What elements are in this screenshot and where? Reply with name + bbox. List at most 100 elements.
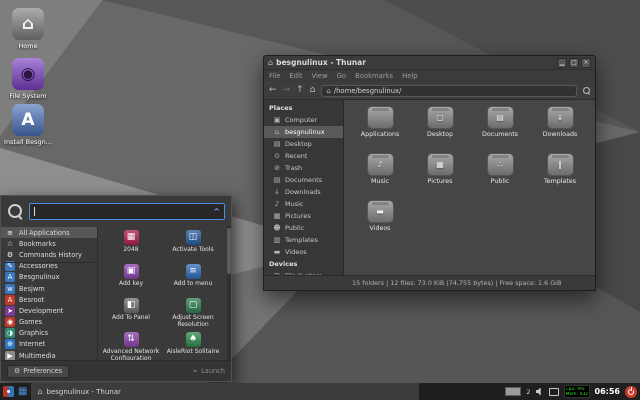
app-item[interactable]: ≡ Add to menu: [162, 264, 224, 298]
sidebar-place-item[interactable]: ▥ Templates: [264, 234, 343, 246]
path-bar[interactable]: ⌂ /home/besgnulinux/: [321, 85, 577, 97]
launch-label: Launch: [201, 367, 225, 375]
category-item[interactable]: A Besroot: [1, 294, 97, 305]
app-item[interactable]: ♠ AisleRiot Solitaire: [162, 332, 224, 360]
system-monitor[interactable]: Cpu: 9% Mem: 432: [564, 385, 590, 398]
folder-icon: ↓: [547, 106, 574, 129]
place-icon: ▤: [273, 140, 281, 148]
category-icon: A: [5, 295, 15, 305]
launch-icon: ➢: [192, 367, 198, 375]
category-label: Games: [19, 318, 42, 326]
places-list: ▣ Computer ⌂ besgnulinux ▤ Desktop: [264, 114, 343, 258]
thunar-window: ⌂ besgnulinux - Thunar ▁ □ × File Edit Vie…: [263, 55, 596, 291]
category-item[interactable]: ▶ Multimedia: [1, 350, 97, 360]
category-label: All Applications: [19, 229, 70, 237]
desktop-icon[interactable]: ⌂ Home: [2, 8, 54, 50]
app-item[interactable]: ▦ 2048: [100, 230, 162, 264]
folder-item[interactable]: ▦ Pictures: [410, 153, 470, 200]
folder-item[interactable]: ∴ Public: [470, 153, 530, 200]
sidebar-place-item[interactable]: ⊙ Recent: [264, 150, 343, 162]
category-item[interactable]: ◉ Games: [1, 317, 97, 328]
sidebar-place-item[interactable]: ▣ Computer: [264, 114, 343, 126]
desktop-icon-label: Home: [2, 42, 54, 50]
sidebar-place-item[interactable]: ▤ Desktop: [264, 138, 343, 150]
app-item[interactable]: ▢ Adjust Screen Resolution: [162, 298, 224, 332]
sidebar-place-item[interactable]: ⌂ besgnulinux: [264, 126, 343, 138]
mem-readout: Mem: 432: [566, 392, 589, 397]
folder-item[interactable]: Applications: [350, 106, 410, 153]
sidebar-place-item[interactable]: ↓ Downloads: [264, 186, 343, 198]
folder-item[interactable]: ‖ Templates: [530, 153, 590, 200]
category-item[interactable]: ☆ Bookmarks: [1, 238, 97, 249]
menubar-item[interactable]: Help: [402, 72, 418, 80]
taskbar-window-button[interactable]: ⌂ besgnulinux - Thunar: [31, 383, 419, 400]
app-item[interactable]: ◧ Add To Panel: [100, 298, 162, 332]
sidebar-place-item[interactable]: ▦ Pictures: [264, 210, 343, 222]
place-icon: ♪: [273, 200, 281, 208]
category-item[interactable]: ➤ Development: [1, 305, 97, 316]
sidebar-place-item[interactable]: ☻ Public: [264, 222, 343, 234]
up-button[interactable]: ↑: [296, 86, 304, 95]
menubar-item[interactable]: Bookmarks: [355, 72, 393, 80]
minimize-button[interactable]: ▁: [557, 58, 567, 68]
folder-emblem-icon: ▦: [436, 160, 444, 169]
folder-item[interactable]: ♪ Music: [350, 153, 410, 200]
display-icon[interactable]: [549, 388, 559, 396]
desktop-icon-label: Install Besgn...: [2, 138, 54, 146]
sidebar-place-item[interactable]: ⊘ Trash: [264, 162, 343, 174]
category-icon: ≡: [5, 228, 15, 238]
menubar-item[interactable]: Go: [337, 72, 346, 80]
sidebar-place-item[interactable]: ▬ Videos: [264, 246, 343, 258]
close-button[interactable]: ×: [581, 58, 591, 68]
folder-emblem-icon: ▢: [436, 113, 444, 122]
folder-item[interactable]: ▬ Videos: [350, 200, 410, 247]
category-item[interactable]: ⊕ Internet: [1, 339, 97, 350]
app-label: Add To Panel: [100, 314, 162, 321]
place-label: Downloads: [285, 188, 321, 196]
forward-button[interactable]: →: [283, 86, 291, 95]
titlebar[interactable]: ⌂ besgnulinux - Thunar ▁ □ ×: [264, 56, 595, 70]
app-item[interactable]: ◫ Activate Tools: [162, 230, 224, 264]
home-button[interactable]: ⌂: [310, 86, 316, 95]
volume-icon[interactable]: [536, 388, 544, 396]
clock[interactable]: 06:56: [595, 387, 620, 396]
desktop-icon[interactable]: A Install Besgn...: [2, 104, 54, 146]
chevron-up-icon[interactable]: ^: [213, 207, 220, 216]
place-icon: ☻: [273, 224, 281, 232]
category-item[interactable]: ⚙ Commands History: [1, 249, 97, 260]
scrollbar-thumb[interactable]: [227, 228, 231, 274]
place-icon: ⌂: [273, 128, 281, 136]
desktop-icon-label: File System: [2, 92, 54, 100]
app-finder-icon[interactable]: ▦: [18, 386, 27, 397]
menubar-item[interactable]: Edit: [289, 72, 302, 80]
folder-emblem-icon: ‖: [558, 160, 562, 169]
workspace-pager[interactable]: [505, 387, 521, 396]
category-item[interactable]: ≡ All Applications: [1, 227, 97, 238]
place-label: Desktop: [285, 140, 312, 148]
back-button[interactable]: ←: [269, 86, 277, 95]
desktop-icon[interactable]: ◉ File System: [2, 58, 54, 100]
folder-item[interactable]: ↓ Downloads: [530, 106, 590, 153]
search-icon[interactable]: [583, 87, 590, 94]
search-field[interactable]: ^: [29, 203, 225, 220]
menubar-item[interactable]: File: [269, 72, 280, 80]
launch-button[interactable]: ➢ Launch: [192, 367, 225, 375]
folder-label: Videos: [350, 225, 410, 232]
scrollbar[interactable]: [227, 226, 231, 360]
category-item[interactable]: A Besgnulinux: [1, 272, 97, 283]
sidebar-place-item[interactable]: ♪ Music: [264, 198, 343, 210]
folder-item[interactable]: ▤ Documents: [470, 106, 530, 153]
app-label: 2048: [100, 246, 162, 253]
folder-item[interactable]: ▢ Desktop: [410, 106, 470, 153]
app-item[interactable]: ⇅ Advanced Network Configuration: [100, 332, 162, 360]
power-button[interactable]: [625, 386, 637, 398]
maximize-button[interactable]: □: [569, 58, 579, 68]
sidebar-place-item[interactable]: ▤ Documents: [264, 174, 343, 186]
app-item[interactable]: ▣ Add key: [100, 264, 162, 298]
search-input[interactable]: [35, 207, 213, 215]
category-item[interactable]: w Besjwm: [1, 283, 97, 294]
menubar-item[interactable]: View: [312, 72, 328, 80]
category-item[interactable]: ◑ Graphics: [1, 328, 97, 339]
preferences-button[interactable]: ⚙ Preferences: [7, 365, 69, 378]
applications-menu-button[interactable]: [3, 386, 14, 397]
